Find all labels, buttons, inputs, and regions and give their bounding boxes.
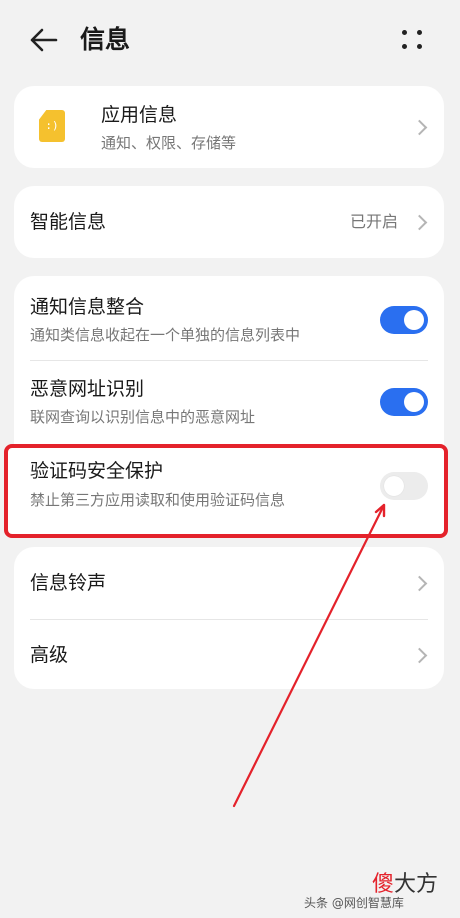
chevron-right-icon [411, 575, 428, 592]
top-bar: 信息 [0, 0, 460, 84]
verification-code-toggle[interactable] [380, 472, 428, 500]
verification-code-highlight-box: 验证码安全保护 禁止第三方应用读取和使用验证码信息 [4, 444, 448, 538]
watermark-byline: 头条 @网创智慧库 [304, 896, 404, 910]
smart-info-card[interactable]: 智能信息 已开启 [14, 186, 444, 258]
app-info-title: 应用信息 [101, 104, 178, 126]
malicious-url-row[interactable]: 恶意网址识别 联网查询以识别信息中的恶意网址 [14, 361, 444, 445]
chevron-right-icon [411, 214, 428, 231]
toggle-subtitle: 联网查询以识别信息中的恶意网址 [30, 408, 256, 426]
toggle-title: 验证码安全保护 [30, 460, 164, 482]
message-ringtone-row[interactable]: 信息铃声 [14, 547, 444, 619]
advanced-title: 高级 [30, 644, 69, 666]
message-app-icon: :) [39, 110, 65, 142]
app-info-subtitle: 通知、权限、存储等 [101, 134, 237, 152]
page-title: 信息 [80, 25, 131, 54]
toggle-title: 恶意网址识别 [30, 378, 145, 400]
verification-code-row[interactable]: 验证码安全保护 禁止第三方应用读取和使用验证码信息 [8, 448, 444, 534]
ringtone-title: 信息铃声 [30, 572, 107, 594]
more-options-icon[interactable] [398, 26, 428, 56]
back-arrow-icon[interactable] [26, 22, 62, 58]
toggle-subtitle: 禁止第三方应用读取和使用验证码信息 [30, 491, 286, 509]
toggle-title: 通知信息整合 [30, 296, 145, 318]
smart-info-status: 已开启 [350, 212, 399, 231]
chevron-right-icon [411, 119, 428, 136]
chevron-right-icon [411, 647, 428, 664]
smart-info-title: 智能信息 [30, 211, 107, 233]
bottom-settings-card: 信息铃声 高级 [14, 547, 444, 689]
notification-merge-toggle[interactable] [380, 306, 428, 334]
app-info-card[interactable]: :) 应用信息 通知、权限、存储等 [14, 86, 444, 168]
toggle-subtitle: 通知类信息收起在一个单独的信息列表中 [30, 326, 301, 344]
notification-merge-row[interactable]: 通知信息整合 通知类信息收起在一个单独的信息列表中 [14, 276, 444, 360]
malicious-url-toggle[interactable] [380, 388, 428, 416]
advanced-row[interactable]: 高级 [14, 620, 444, 689]
